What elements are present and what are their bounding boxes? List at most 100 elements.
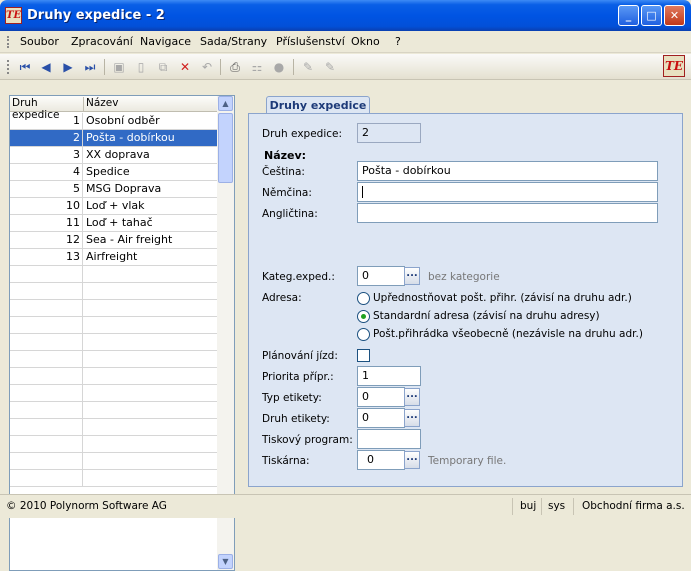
close-button[interactable]: ✕ bbox=[664, 5, 685, 26]
first-record-icon[interactable]: ⏮ bbox=[16, 58, 34, 76]
table-row[interactable]: 11 Loď + tahač bbox=[10, 215, 218, 232]
cell-druh-expedice[interactable]: 12 bbox=[10, 232, 83, 248]
adresa-radio-postovni-prihradka[interactable] bbox=[357, 328, 370, 341]
cell-nazev[interactable] bbox=[84, 300, 218, 316]
table-row[interactable] bbox=[10, 385, 218, 402]
cell-nazev[interactable] bbox=[84, 334, 218, 350]
next-record-icon[interactable]: ▶ bbox=[59, 58, 77, 76]
tree-icon[interactable]: ⚏ bbox=[248, 58, 266, 76]
table-row[interactable] bbox=[10, 436, 218, 453]
toolbar-grip-icon[interactable] bbox=[7, 60, 9, 74]
menu-help[interactable]: ? bbox=[395, 35, 401, 48]
table-row[interactable] bbox=[10, 470, 218, 487]
planovani-jizd-checkbox[interactable] bbox=[357, 349, 370, 362]
cell-druh-expedice[interactable] bbox=[10, 283, 83, 299]
menu-zpracovani[interactable]: Zpracování bbox=[71, 35, 133, 48]
table-row[interactable]: 5 MSG Doprava bbox=[10, 181, 218, 198]
cell-druh-expedice[interactable] bbox=[10, 436, 83, 452]
cell-druh-expedice[interactable] bbox=[10, 402, 83, 418]
typ-etikety-input[interactable]: 0 bbox=[357, 387, 405, 407]
scroll-down-icon[interactable]: ▼ bbox=[218, 554, 233, 569]
cell-nazev[interactable] bbox=[84, 351, 218, 367]
cell-nazev[interactable] bbox=[84, 402, 218, 418]
druh-etikety-input[interactable]: 0 bbox=[357, 408, 405, 428]
priorita-pripr-input[interactable]: 1 bbox=[357, 366, 421, 386]
table-row[interactable]: 10 Loď + vlak bbox=[10, 198, 218, 215]
cell-druh-expedice[interactable]: 1 bbox=[10, 113, 83, 129]
lookup-icon[interactable]: ● bbox=[270, 58, 288, 76]
cell-druh-expedice[interactable] bbox=[10, 385, 83, 401]
cell-nazev[interactable]: Loď + vlak bbox=[84, 198, 218, 214]
cell-nazev[interactable]: Loď + tahač bbox=[84, 215, 218, 231]
tiskovy-program-input[interactable] bbox=[357, 429, 421, 449]
cell-nazev[interactable] bbox=[84, 453, 218, 469]
cell-nazev[interactable] bbox=[84, 385, 218, 401]
cell-nazev[interactable] bbox=[84, 283, 218, 299]
table-row[interactable]: 12 Sea - Air freight bbox=[10, 232, 218, 249]
druh-etikety-browse-button[interactable]: ... bbox=[404, 409, 420, 427]
scroll-thumb[interactable] bbox=[218, 113, 233, 183]
delete-icon[interactable]: ✕ bbox=[176, 58, 194, 76]
cell-nazev[interactable]: Pošta - dobírkou bbox=[84, 130, 218, 146]
cell-nazev[interactable]: Sea - Air freight bbox=[84, 232, 218, 248]
cell-druh-expedice[interactable] bbox=[10, 334, 83, 350]
edit-icon[interactable]: ✎ bbox=[299, 58, 317, 76]
new-record-icon[interactable]: ▯ bbox=[132, 58, 150, 76]
table-row[interactable] bbox=[10, 351, 218, 368]
table-row[interactable]: 1 Osobní odběr bbox=[10, 113, 218, 130]
table-row[interactable]: 3 XX doprava bbox=[10, 147, 218, 164]
table-row[interactable] bbox=[10, 368, 218, 385]
maximize-button[interactable]: □ bbox=[641, 5, 662, 26]
table-row[interactable] bbox=[10, 317, 218, 334]
previous-record-icon[interactable]: ◀ bbox=[37, 58, 55, 76]
minimize-button[interactable]: _ bbox=[618, 5, 639, 26]
cell-druh-expedice[interactable] bbox=[10, 368, 83, 384]
menu-prislusenstvi[interactable]: Příslušenství bbox=[276, 35, 345, 48]
cell-druh-expedice[interactable] bbox=[10, 453, 83, 469]
table-row[interactable] bbox=[10, 334, 218, 351]
save-icon[interactable]: ▣ bbox=[110, 58, 128, 76]
adresa-radio-preferovat-postu[interactable] bbox=[357, 292, 370, 305]
adresa-option-label[interactable]: Pošt.přihrádka všeobecně (nezávisle na d… bbox=[373, 328, 643, 340]
menubar-grip-icon[interactable] bbox=[7, 36, 9, 48]
anglictina-input[interactable] bbox=[357, 203, 658, 223]
column-header-nazev[interactable]: Název bbox=[84, 97, 218, 112]
tab-druhy-expedice[interactable]: Druhy expedice bbox=[266, 96, 370, 114]
menu-sada-strany[interactable]: Sada/Strany bbox=[200, 35, 267, 48]
cell-nazev[interactable] bbox=[84, 317, 218, 333]
table-row[interactable]: 13 Airfreight bbox=[10, 249, 218, 266]
cell-nazev[interactable] bbox=[84, 470, 218, 486]
cell-druh-expedice[interactable] bbox=[10, 470, 83, 486]
tiskarna-input[interactable]: 0 bbox=[357, 450, 405, 470]
adresa-option-label[interactable]: Upřednostňovat pošt. přihr. (závisí na d… bbox=[373, 292, 632, 304]
cell-druh-expedice[interactable]: 4 bbox=[10, 164, 83, 180]
cell-nazev[interactable]: Osobní odběr bbox=[84, 113, 218, 129]
table-row[interactable] bbox=[10, 453, 218, 470]
cell-nazev[interactable]: MSG Doprava bbox=[84, 181, 218, 197]
cell-druh-expedice[interactable] bbox=[10, 419, 83, 435]
table-row[interactable] bbox=[10, 283, 218, 300]
cell-nazev[interactable] bbox=[84, 368, 218, 384]
undo-icon[interactable]: ↶ bbox=[198, 58, 216, 76]
table-row[interactable] bbox=[10, 300, 218, 317]
adresa-radio-standardni[interactable] bbox=[357, 310, 370, 323]
kateg-exped-browse-button[interactable]: ... bbox=[404, 267, 420, 285]
cell-druh-expedice[interactable] bbox=[10, 317, 83, 333]
cell-nazev[interactable] bbox=[84, 436, 218, 452]
table-row[interactable]: 2 Pošta - dobírkou bbox=[10, 130, 218, 147]
cell-druh-expedice[interactable]: 10 bbox=[10, 198, 83, 214]
cell-nazev[interactable] bbox=[84, 266, 218, 282]
cestina-input[interactable]: Pošta - dobírkou bbox=[357, 161, 658, 181]
cell-druh-expedice[interactable]: 5 bbox=[10, 181, 83, 197]
cell-nazev[interactable]: Spedice bbox=[84, 164, 218, 180]
copy-icon[interactable]: ⧉ bbox=[154, 58, 172, 76]
menu-okno[interactable]: Okno bbox=[351, 35, 380, 48]
cell-druh-expedice[interactable]: 13 bbox=[10, 249, 83, 265]
cell-druh-expedice[interactable] bbox=[10, 300, 83, 316]
kateg-exped-input[interactable]: 0 bbox=[357, 266, 405, 286]
title-bar[interactable]: TE Druhy expedice - 2 _ □ ✕ bbox=[0, 0, 691, 31]
last-record-icon[interactable]: ⏭ bbox=[81, 58, 99, 76]
adresa-option-label[interactable]: Standardní adresa (závisí na druhu adres… bbox=[373, 310, 600, 322]
typ-etikety-browse-button[interactable]: ... bbox=[404, 388, 420, 406]
column-header-druh-expedice[interactable]: Druh expedice bbox=[10, 97, 84, 121]
